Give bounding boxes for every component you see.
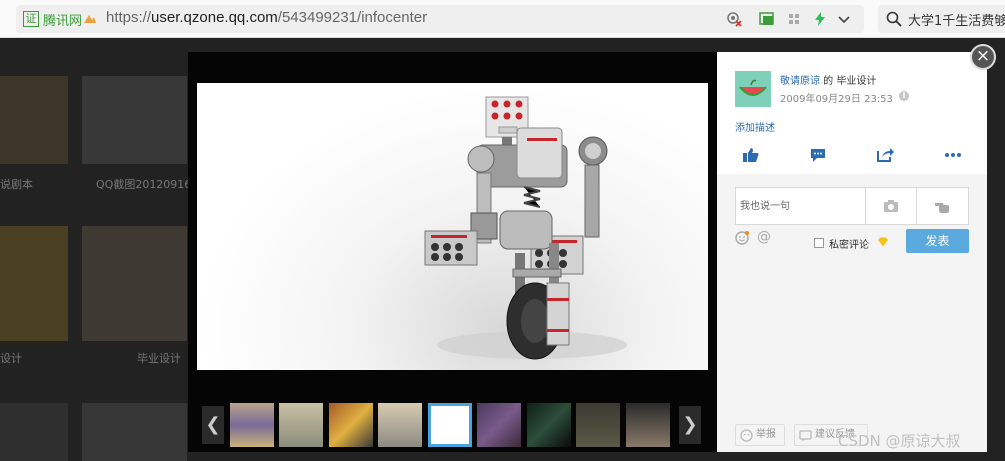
like-icon[interactable]	[742, 147, 760, 163]
album-name[interactable]: 毕业设计	[836, 76, 876, 87]
comment-icon[interactable]	[809, 147, 827, 163]
more-options-icon[interactable]	[944, 147, 962, 163]
photo-upload-button[interactable]	[866, 188, 917, 224]
watermelon-avatar-icon	[735, 71, 771, 107]
photo-info-header: 敬请原谅 的 毕业设计 2009年09月29日 23:53 i 添加描述	[717, 52, 987, 174]
poke-button[interactable]	[917, 188, 968, 224]
share-icon[interactable]	[876, 147, 894, 163]
translate-icon[interactable]	[759, 11, 775, 27]
browser-toolbar: 证 腾讯网 https://user.qzone.qq.com/54349923…	[0, 0, 1005, 38]
feedback-icon	[799, 430, 812, 442]
thumbnail-4[interactable]	[378, 403, 422, 447]
thumbnail-9[interactable]	[626, 403, 670, 447]
thumbnail-2[interactable]	[279, 403, 323, 447]
mention-button[interactable]: @	[757, 229, 771, 245]
comment-box	[735, 187, 969, 225]
thumbnail-1[interactable]	[230, 403, 274, 447]
address-bar[interactable]: 证 腾讯网 https://user.qzone.qq.com/54349923…	[16, 5, 864, 33]
report-icon	[740, 429, 753, 442]
thumbnail-7[interactable]	[527, 403, 571, 447]
photo-viewer: ❮ ❯	[188, 52, 717, 452]
background-thumbnail	[0, 226, 68, 341]
avatar[interactable]	[735, 71, 771, 107]
pointing-hand-icon	[935, 203, 949, 213]
background-thumbnail	[0, 403, 68, 461]
author-name-link[interactable]: 敬请原谅	[780, 76, 820, 87]
background-thumbnail	[82, 403, 187, 461]
background-thumbnail	[0, 76, 68, 164]
comment-input[interactable]	[736, 188, 866, 224]
lightning-icon[interactable]	[812, 11, 828, 27]
grid-apps-icon[interactable]	[786, 11, 802, 27]
site-identity-label[interactable]: 腾讯网	[43, 10, 82, 29]
photo-author-line: 敬请原谅 的 毕业设计	[780, 72, 876, 87]
add-description-link[interactable]: 添加描述	[735, 119, 775, 134]
thumbnail-8[interactable]	[576, 403, 620, 447]
emoji-icon[interactable]	[735, 231, 749, 245]
report-label: 举报	[756, 429, 776, 440]
search-box[interactable]: 大学1千生活费够	[878, 5, 1005, 33]
search-query[interactable]: 大学1千生活费够	[908, 10, 1005, 29]
thumbnail-next-button[interactable]: ❯	[679, 406, 701, 444]
author-separator: 的	[820, 76, 837, 87]
info-icon[interactable]: i	[899, 91, 909, 101]
robot-render-image	[424, 96, 627, 360]
background-caption: 设计	[0, 352, 22, 365]
certificate-icon[interactable]: 证	[23, 11, 39, 27]
private-comment-label[interactable]: 私密评论	[829, 236, 869, 251]
thumbnail-3[interactable]	[329, 403, 373, 447]
camera-icon	[884, 200, 898, 212]
report-button[interactable]: 举报	[735, 424, 785, 446]
thumbnail-5-selected[interactable]	[428, 403, 472, 447]
background-caption: QQ截图20120916	[96, 178, 192, 191]
background-caption: 毕业设计	[137, 352, 181, 365]
chevron-down-icon[interactable]	[836, 11, 852, 27]
photo-timestamp: 2009年09月29日 23:53	[780, 94, 893, 105]
close-viewer-button[interactable]: ×	[970, 44, 996, 70]
thumbnail-6[interactable]	[477, 403, 521, 447]
watermark-text: CSDN @原谅大叔	[838, 432, 961, 450]
thumbnail-prev-button[interactable]: ❮	[202, 406, 224, 444]
blocked-camera-icon[interactable]	[726, 11, 742, 27]
background-caption: 说剧本	[0, 178, 33, 191]
url-text[interactable]: https://user.qzone.qq.com/543499231/info…	[106, 9, 427, 26]
background-thumbnail	[82, 226, 187, 341]
main-photo[interactable]	[197, 83, 708, 370]
private-comment-checkbox[interactable]	[814, 238, 824, 248]
background-thumbnail	[82, 76, 187, 164]
send-comment-button[interactable]: 发表	[906, 229, 969, 253]
photo-info-panel: 敬请原谅 的 毕业设计 2009年09月29日 23:53 i 添加描述 我也说…	[717, 52, 987, 452]
search-icon	[886, 11, 902, 27]
site-warning-icon[interactable]	[83, 12, 97, 24]
yellow-diamond-icon	[878, 237, 888, 247]
